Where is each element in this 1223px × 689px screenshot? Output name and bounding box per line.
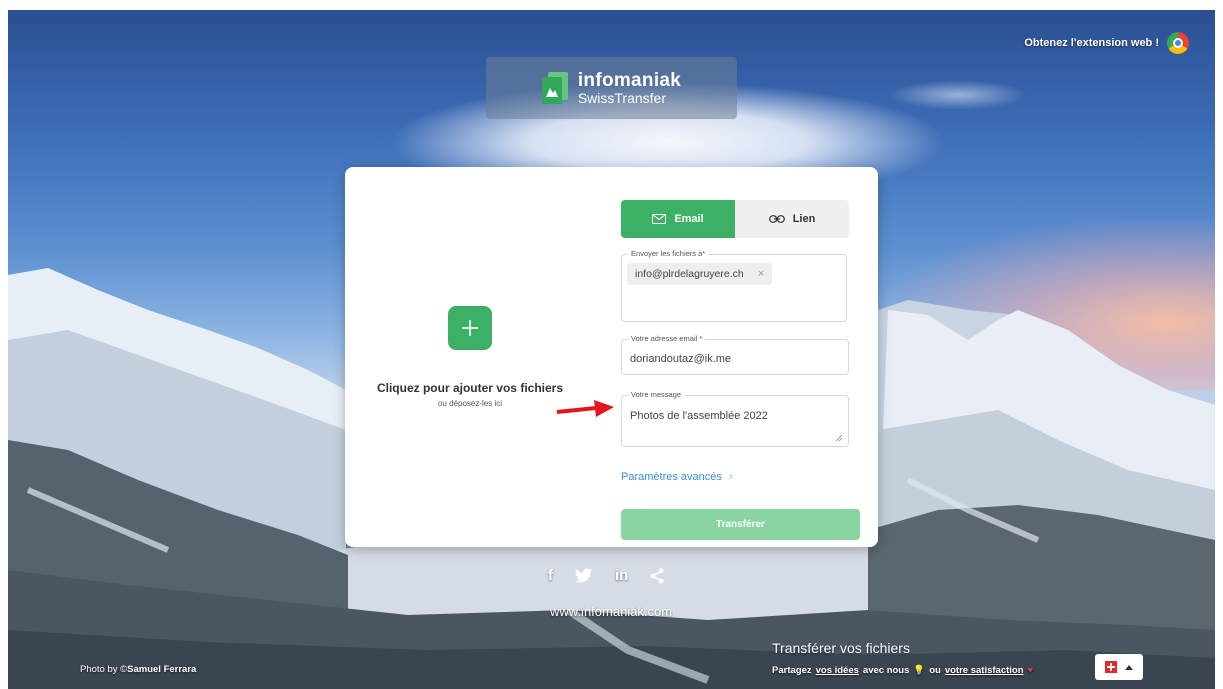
background-photo: Obtenez l'extension web ! infomaniak Swi… [8,10,1215,689]
share-icon[interactable] [650,568,664,584]
message-field[interactable]: Votre message Photos de l'assemblée 2022 [621,390,849,447]
sender-email-label: Votre adresse email * [628,334,706,343]
transfer-button[interactable]: Transférer [621,509,860,540]
tab-email-label: Email [674,213,704,225]
logo-text: infomaniak SwissTransfer [578,71,681,106]
promo-title: Transférer vos fichiers [772,640,910,656]
facebook-icon[interactable]: f [548,567,553,584]
browser-extension-link[interactable]: Obtenez l'extension web ! [1024,32,1189,54]
share-text-1: Partagez [772,665,812,676]
extension-label: Obtenez l'extension web ! [1024,37,1159,49]
recipient-chip-text: info@plrdelagruyere.ch [635,268,744,280]
advanced-settings-label: Paramètres avancés [621,471,722,483]
tab-link-label: Lien [792,213,816,225]
heart-icon: ♥ [1027,665,1034,676]
logo-title: infomaniak [577,69,682,91]
sender-email-value: doriandoutaz@ik.me [630,353,732,365]
recipients-label: Envoyer les fichiers à* [628,249,709,258]
caret-up-icon [1125,664,1133,670]
dropzone-title[interactable]: Cliquez pour ajouter vos fichiers [375,381,565,395]
linkedin-icon[interactable]: in [615,567,628,584]
logo-subtitle: SwissTransfer [577,89,667,106]
transfer-mode-tabs: Email Lien [621,200,849,238]
message-value: Photos de l'assemblée 2022 [630,410,768,422]
website-link[interactable]: www.infomaniak.com [550,604,672,619]
recipient-chip[interactable]: info@plrdelagruyere.ch × [627,263,773,285]
link-icon [768,215,785,223]
sender-email-field[interactable]: Votre adresse email * doriandoutaz@ik.me [621,334,849,375]
remove-recipient-icon[interactable]: × [758,268,764,280]
advanced-settings-link[interactable]: Paramètres avancés › [621,471,733,483]
ideas-link[interactable]: vos idées [816,665,859,676]
language-selector[interactable] [1095,654,1143,680]
brand-logo[interactable]: infomaniak SwissTransfer [486,57,737,119]
swiss-flag-icon [1105,661,1117,673]
swisstransfer-logo-icon [541,72,568,104]
dropzone-subtitle: ou déposez-les ici [437,399,503,408]
top-strip [0,0,1223,10]
message-label: Votre message [628,390,685,399]
social-links: f in [548,567,664,584]
satisfaction-link[interactable]: votre satisfaction [945,665,1024,676]
chevron-right-icon: › [728,471,733,483]
share-text-3: ou [929,665,941,676]
recipients-field[interactable]: Envoyer les fichiers à* info@plrdelagruy… [621,249,847,322]
photo-credit: Photo by ©Samuel Ferrara [80,664,196,675]
feedback-line: Partagez vos idées avec nous 💡 ou votre … [772,665,1033,676]
share-text-2: avec nous [862,665,910,676]
resize-handle-icon[interactable] [836,435,842,441]
add-files-button[interactable] [448,306,492,350]
envelope-icon [652,214,667,224]
chrome-icon [1167,32,1189,54]
red-arrow-annotation [556,400,614,417]
twitter-icon[interactable] [575,568,593,583]
tab-link[interactable]: Lien [735,200,849,238]
photo-credit-prefix: Photo by © [80,664,128,675]
lightbulb-icon: 💡 [913,665,926,676]
plus-icon [462,320,478,336]
tab-email[interactable]: Email [621,200,735,238]
photo-author-link[interactable]: Samuel Ferrara [127,664,196,675]
transfer-card: Cliquez pour ajouter vos fichiers ou dép… [345,167,878,547]
